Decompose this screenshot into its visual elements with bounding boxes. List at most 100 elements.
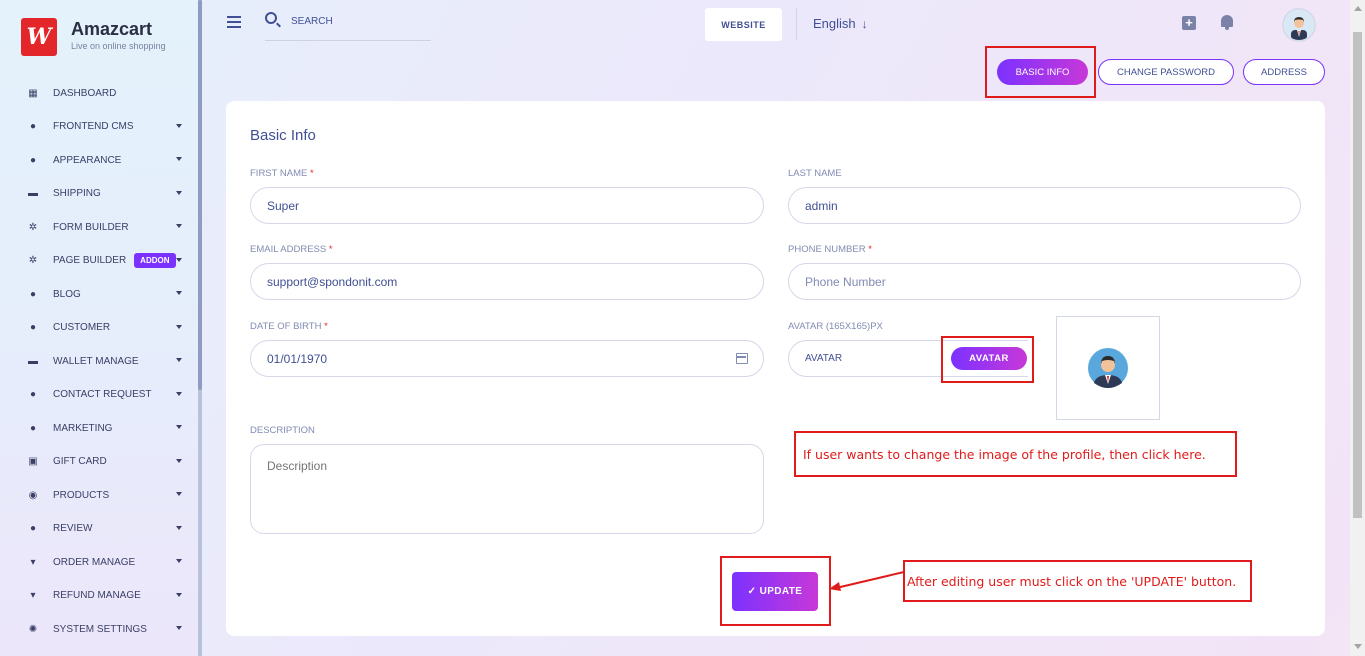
sidebar-item-refund-manage[interactable]: ▾ REFUND MANAGE xyxy=(0,579,198,613)
first-name-label-text: FIRST NAME xyxy=(250,168,308,179)
chevron-down-icon[interactable] xyxy=(176,425,182,429)
first-name-label: FIRST NAME * xyxy=(250,168,314,179)
sidebar-item-contact-request[interactable]: ● CONTACT REQUEST xyxy=(0,378,198,412)
search-bar xyxy=(265,12,431,41)
sidebar-item-label: GIFT CARD xyxy=(53,456,107,467)
sidebar-item-label: ORDER MANAGE xyxy=(53,556,136,568)
sidebar-item-label: APPEARANCE xyxy=(53,154,122,166)
email-label: EMAIL ADDRESS * xyxy=(250,244,333,255)
cart-icon: ▾ xyxy=(30,590,36,601)
brand-logo[interactable]: W Amazcart Live on online shopping xyxy=(21,18,166,56)
sidebar-item-label: CONTACT REQUEST xyxy=(53,389,152,400)
calendar-icon[interactable] xyxy=(736,353,748,364)
highlight-update-button xyxy=(720,556,831,626)
sidebar-scrollbar-thumb[interactable] xyxy=(198,0,202,390)
bell-icon[interactable] xyxy=(1220,15,1234,31)
chevron-down-icon[interactable] xyxy=(176,324,182,329)
sidebar-item-gift-card[interactable]: ▣ GIFT CARD xyxy=(0,445,198,479)
sidebar-item-customer[interactable]: ● CUSTOMER xyxy=(0,311,198,345)
sidebar-scrollbar[interactable] xyxy=(198,0,202,656)
sidebar-item-label: FORM BUILDER xyxy=(53,221,129,233)
chevron-down-icon[interactable] xyxy=(176,458,182,463)
header-divider xyxy=(796,8,797,40)
cogs-icon: ✲ xyxy=(28,221,38,233)
brand-subtitle: Live on online shopping xyxy=(71,41,166,51)
sidebar-item-blog[interactable]: ● BLOG xyxy=(0,277,198,311)
sidebar-item-label: REVIEW xyxy=(53,523,93,534)
phone-label: PHONE NUMBER * xyxy=(788,244,872,255)
cart-icon: ▾ xyxy=(30,556,36,568)
sidebar-item-system-settings[interactable]: ✺ SYSTEM SETTINGS xyxy=(0,612,198,646)
sidebar-item-dashboard[interactable]: ▦ DASHBOARD xyxy=(0,76,198,110)
chevron-down-icon[interactable] xyxy=(176,592,182,597)
sidebar-item-review[interactable]: ● REVIEW xyxy=(0,512,198,546)
page-scrollbar-thumb[interactable] xyxy=(1353,32,1362,518)
sidebar-item-products[interactable]: ◉ PRODUCTS xyxy=(0,478,198,512)
chevron-down-icon[interactable] xyxy=(176,190,182,195)
last-name-label: LAST NAME xyxy=(788,168,842,179)
tab-address[interactable]: ADDRESS xyxy=(1243,59,1325,85)
chevron-down-icon[interactable] xyxy=(176,492,182,496)
chevron-down-icon[interactable] xyxy=(176,291,182,295)
tab-change-password[interactable]: CHANGE PASSWORD xyxy=(1098,59,1234,85)
chevron-down-icon[interactable] xyxy=(176,391,182,396)
avatar-label: AVATAR (165X165)PX xyxy=(788,321,883,332)
website-button[interactable]: WEBSITE xyxy=(705,8,782,41)
page-scrollbar[interactable] xyxy=(1350,0,1365,656)
chevron-down-icon[interactable] xyxy=(176,525,182,530)
chevron-down-icon[interactable] xyxy=(176,626,182,630)
sidebar-item-label: FRONTEND CMS xyxy=(53,121,134,132)
required-mark: * xyxy=(328,244,333,255)
user-icon: ● xyxy=(29,389,37,400)
user-icon: ● xyxy=(29,121,37,132)
sidebar-item-form-builder[interactable]: ✲ FORM BUILDER xyxy=(0,210,198,244)
sidebar-item-frontend-cms[interactable]: ● FRONTEND CMS xyxy=(0,110,198,144)
sidebar-item-label: WALLET MANAGE xyxy=(53,355,139,367)
user-avatar[interactable] xyxy=(1282,8,1316,42)
email-field[interactable]: support@spondonit.com xyxy=(250,263,764,300)
phone-label-text: PHONE NUMBER xyxy=(788,244,866,255)
phone-field[interactable]: Phone Number xyxy=(788,263,1301,300)
sidebar-item-label: SHIPPING xyxy=(53,188,101,199)
brand-title: Amazcart xyxy=(71,19,153,39)
search-input[interactable] xyxy=(291,16,431,27)
last-name-field[interactable]: admin xyxy=(788,187,1301,224)
dob-field[interactable]: 01/01/1970 xyxy=(250,340,764,377)
annotation-avatar-note: If user wants to change the image of the… xyxy=(794,431,1237,477)
sidebar-item-marketing[interactable]: ● MARKETING xyxy=(0,411,198,445)
sidebar-item-wallet-manage[interactable]: ▬ WALLET MANAGE xyxy=(0,344,198,378)
required-mark: * xyxy=(868,244,872,255)
chevron-down-icon[interactable] xyxy=(176,559,182,563)
wallet-icon: ▬ xyxy=(28,355,38,367)
chevron-down-icon[interactable] xyxy=(176,157,182,161)
chevron-down-icon[interactable] xyxy=(176,358,182,362)
avatar-preview-person-icon xyxy=(1088,348,1128,388)
user-icon: ● xyxy=(29,422,37,434)
dob-label: DATE OF BIRTH * xyxy=(250,321,328,332)
gear-icon: ✺ xyxy=(28,623,38,635)
highlight-basic-info-tab xyxy=(985,46,1096,98)
scroll-up-icon[interactable] xyxy=(1354,6,1362,11)
plus-square-icon[interactable]: + xyxy=(1182,16,1196,30)
scroll-down-icon[interactable] xyxy=(1354,644,1362,649)
chevron-down-icon[interactable] xyxy=(176,257,182,262)
sidebar-item-page-builder[interactable]: ✲ PAGE BUILDER ADDON xyxy=(0,244,198,278)
annotation-update-note: After editing user must click on the 'UP… xyxy=(903,560,1252,602)
avatar-preview xyxy=(1056,316,1160,420)
menu-toggle-icon[interactable] xyxy=(227,16,241,31)
highlight-avatar-button xyxy=(941,336,1034,383)
chevron-down-icon[interactable] xyxy=(176,123,182,128)
description-label: DESCRIPTION xyxy=(250,425,315,436)
sidebar-item-label: DASHBOARD xyxy=(53,87,117,99)
cogs-icon: ✲ xyxy=(28,255,38,266)
chevron-down-icon[interactable] xyxy=(176,224,182,228)
sidebar-item-label: PAGE BUILDER xyxy=(53,255,127,266)
sidebar-item-shipping[interactable]: ▬ SHIPPING xyxy=(0,177,198,211)
avatar-person-icon xyxy=(1284,10,1314,40)
description-textarea[interactable] xyxy=(250,444,764,534)
sidebar-item-label: REFUND MANAGE xyxy=(53,590,141,601)
language-select[interactable]: English ↓ xyxy=(813,16,868,31)
first-name-field[interactable]: Super xyxy=(250,187,764,224)
sidebar-item-appearance[interactable]: ● APPEARANCE xyxy=(0,143,198,177)
sidebar-item-order-manage[interactable]: ▾ ORDER MANAGE xyxy=(0,545,198,579)
